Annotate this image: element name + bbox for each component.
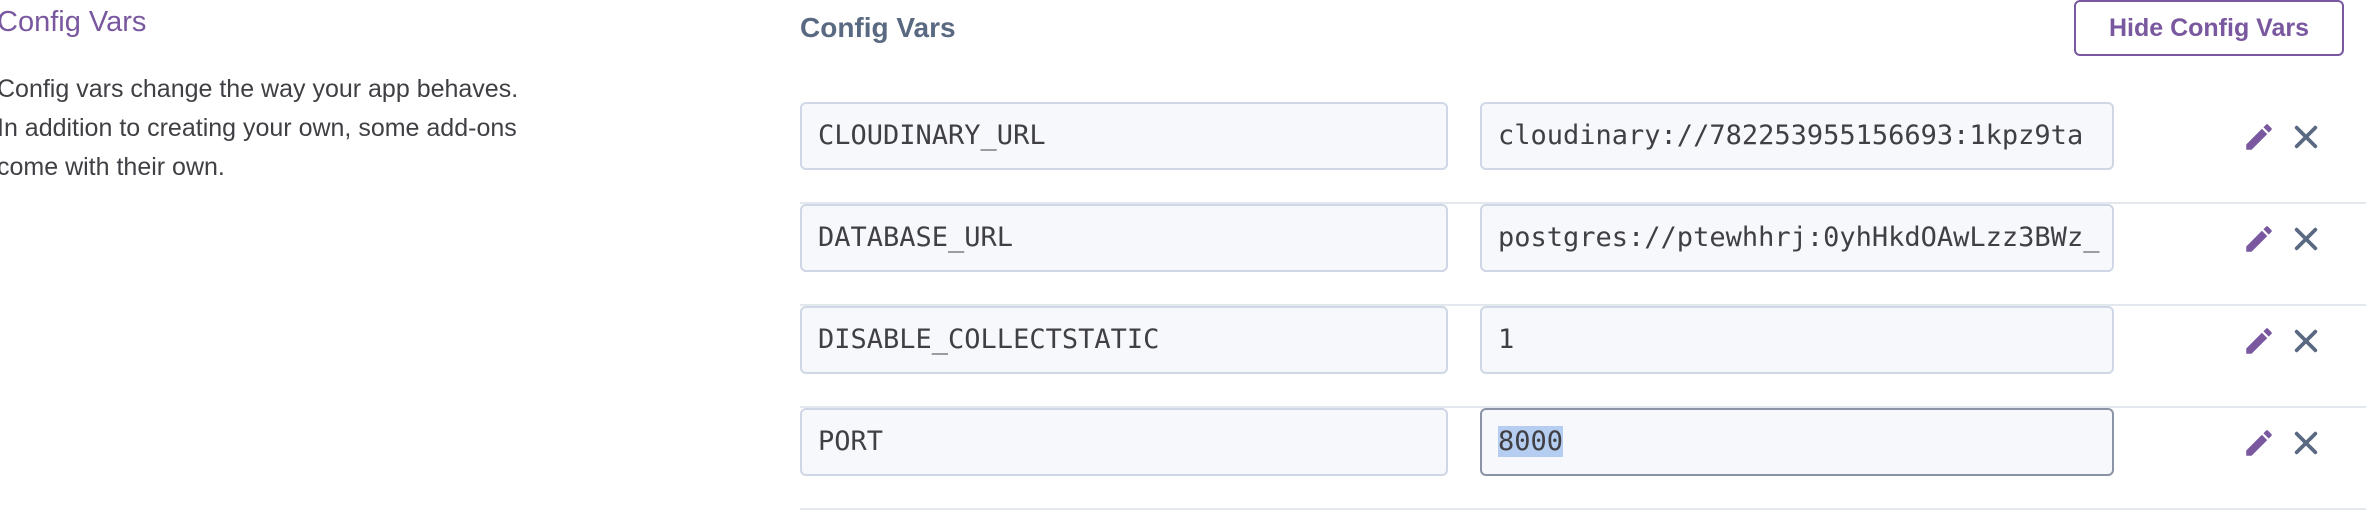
info-title: Config Vars [0,6,147,38]
config-vars-list: CLOUDINARY_URL cloudinary://782253955156… [800,102,2366,510]
info-description: Config vars change the way your app beha… [0,75,519,181]
close-icon[interactable] [2292,225,2320,253]
config-var-key-field[interactable]: DATABASE_URL [800,204,1448,272]
pencil-icon[interactable] [2242,120,2276,154]
pencil-icon[interactable] [2242,324,2276,358]
close-icon[interactable] [2292,123,2320,151]
pencil-icon[interactable] [2242,426,2276,460]
hide-config-vars-button[interactable]: Hide Config Vars [2074,0,2344,56]
config-var-row: PORT 8000 [800,408,2366,510]
config-var-key-field[interactable]: DISABLE_COLLECTSTATIC [800,306,1448,374]
config-var-value-field[interactable]: cloudinary://782253955156693:1kpz9ta [1480,102,2114,170]
config-var-value-field[interactable]: 1 [1480,306,2114,374]
close-icon[interactable] [2292,429,2320,457]
config-var-key-field[interactable]: PORT [800,408,1448,476]
pencil-icon[interactable] [2242,222,2276,256]
config-var-row: DATABASE_URL postgres://ptewhhrj:0yhHkdO… [800,204,2366,306]
selected-text: 8000 [1498,426,1564,457]
close-icon[interactable] [2292,327,2320,355]
config-var-value-field[interactable]: 8000 [1480,408,2114,476]
config-var-value-field[interactable]: postgres://ptewhhrj:0yhHkdOAwLzz3BWz_ [1480,204,2114,272]
config-var-row: DISABLE_COLLECTSTATIC 1 [800,306,2366,408]
config-var-row: CLOUDINARY_URL cloudinary://782253955156… [800,102,2366,204]
config-var-key-field[interactable]: CLOUDINARY_URL [800,102,1448,170]
config-vars-heading: Config Vars [800,12,956,43]
